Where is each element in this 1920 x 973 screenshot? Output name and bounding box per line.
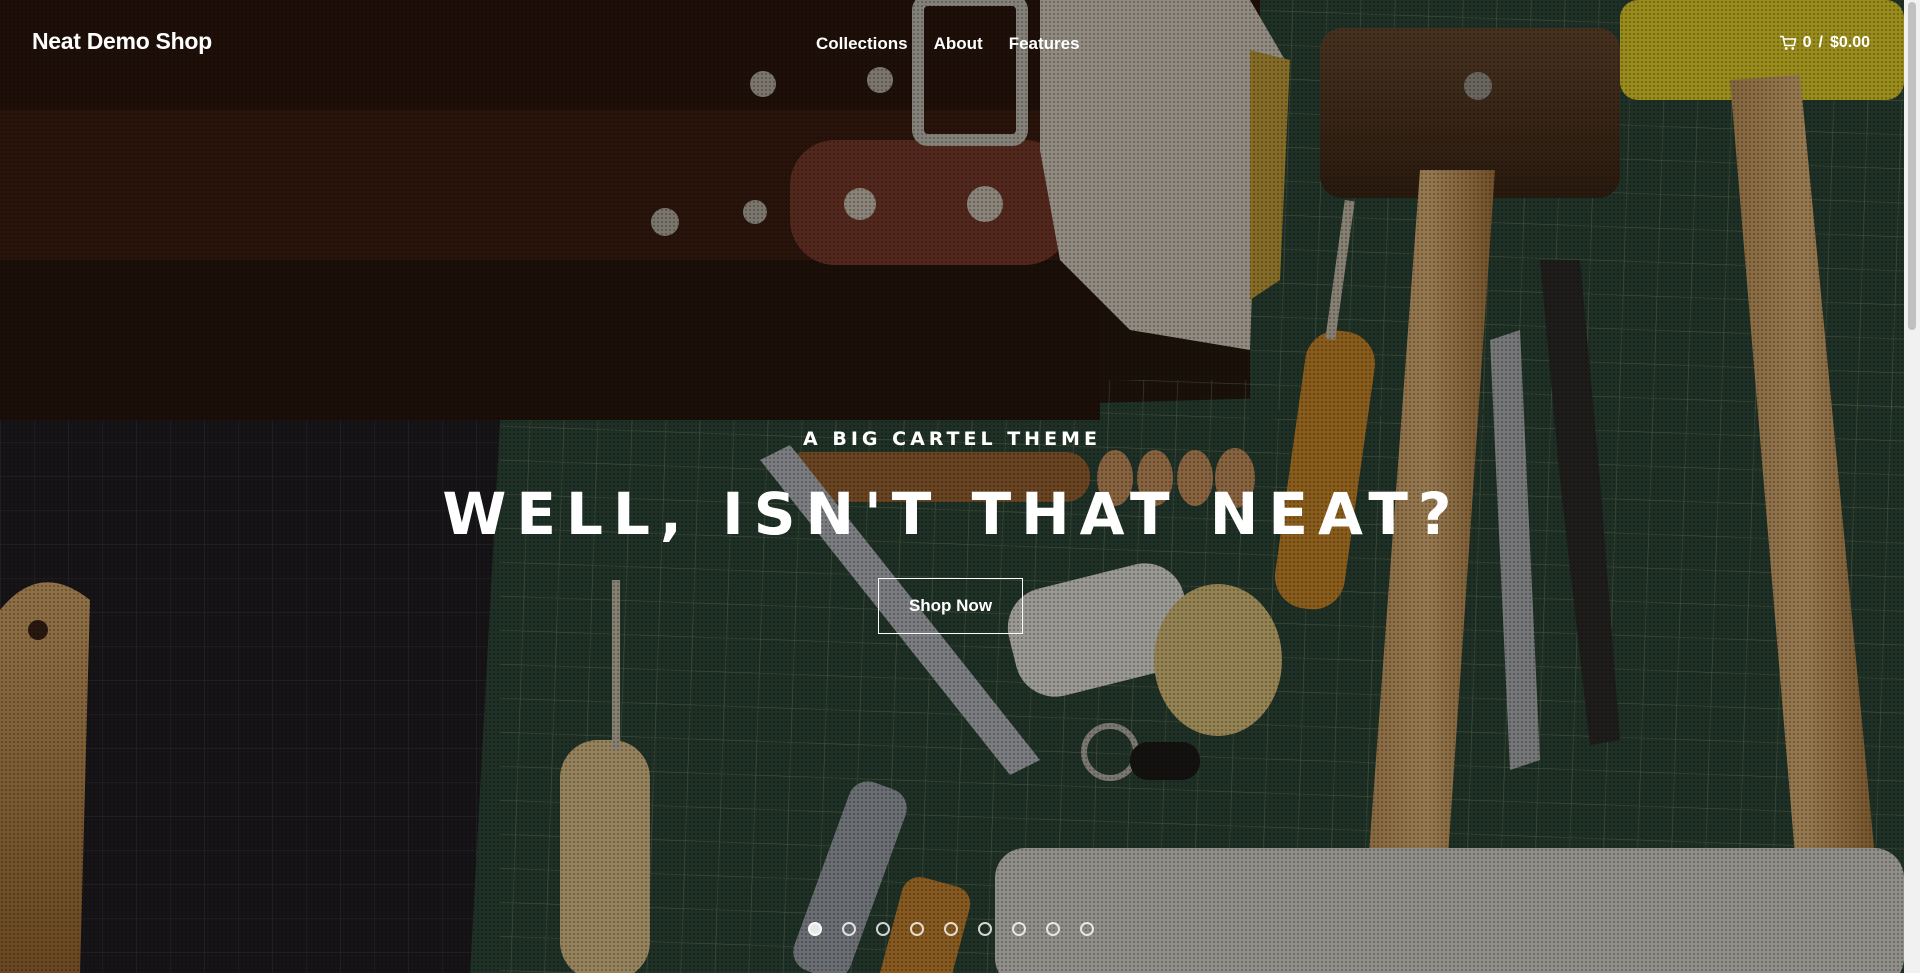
slider-dot-6[interactable] (978, 922, 992, 936)
slider-dots (808, 922, 1114, 936)
site-header: Neat Demo Shop Collections About Feature… (0, 0, 1904, 88)
hero-subtitle: A BIG CARTEL THEME (803, 428, 1101, 450)
main-nav: Collections About Features (816, 34, 1106, 54)
scrollbar-thumb[interactable] (1908, 2, 1916, 330)
cart-separator: / (1818, 34, 1823, 51)
slider-dot-7[interactable] (1012, 922, 1026, 936)
slider-dot-4[interactable] (910, 922, 924, 936)
nav-link-collections[interactable]: Collections (816, 34, 908, 54)
page-scrollbar[interactable] (1904, 0, 1920, 973)
slider-dot-9[interactable] (1080, 922, 1094, 936)
hero-headline: WELL, ISN'T THAT NEAT? (442, 480, 1462, 548)
cart-link[interactable]: 0 / $0.00 (1779, 34, 1870, 52)
shop-now-button[interactable]: Shop Now (878, 578, 1023, 634)
nav-link-features[interactable]: Features (1009, 34, 1080, 54)
slider-dot-5[interactable] (944, 922, 958, 936)
shop-logo-link[interactable]: Neat Demo Shop (32, 28, 212, 55)
page: Neat Demo Shop Collections About Feature… (0, 0, 1920, 973)
cart-count: 0 (1802, 34, 1812, 51)
cart-icon (1779, 35, 1796, 50)
slider-dot-1[interactable] (808, 922, 822, 936)
slider-dot-8[interactable] (1046, 922, 1060, 936)
slider-dot-3[interactable] (876, 922, 890, 936)
slider-dot-2[interactable] (842, 922, 856, 936)
cart-total: $0.00 (1829, 34, 1870, 51)
nav-link-about[interactable]: About (934, 34, 983, 54)
